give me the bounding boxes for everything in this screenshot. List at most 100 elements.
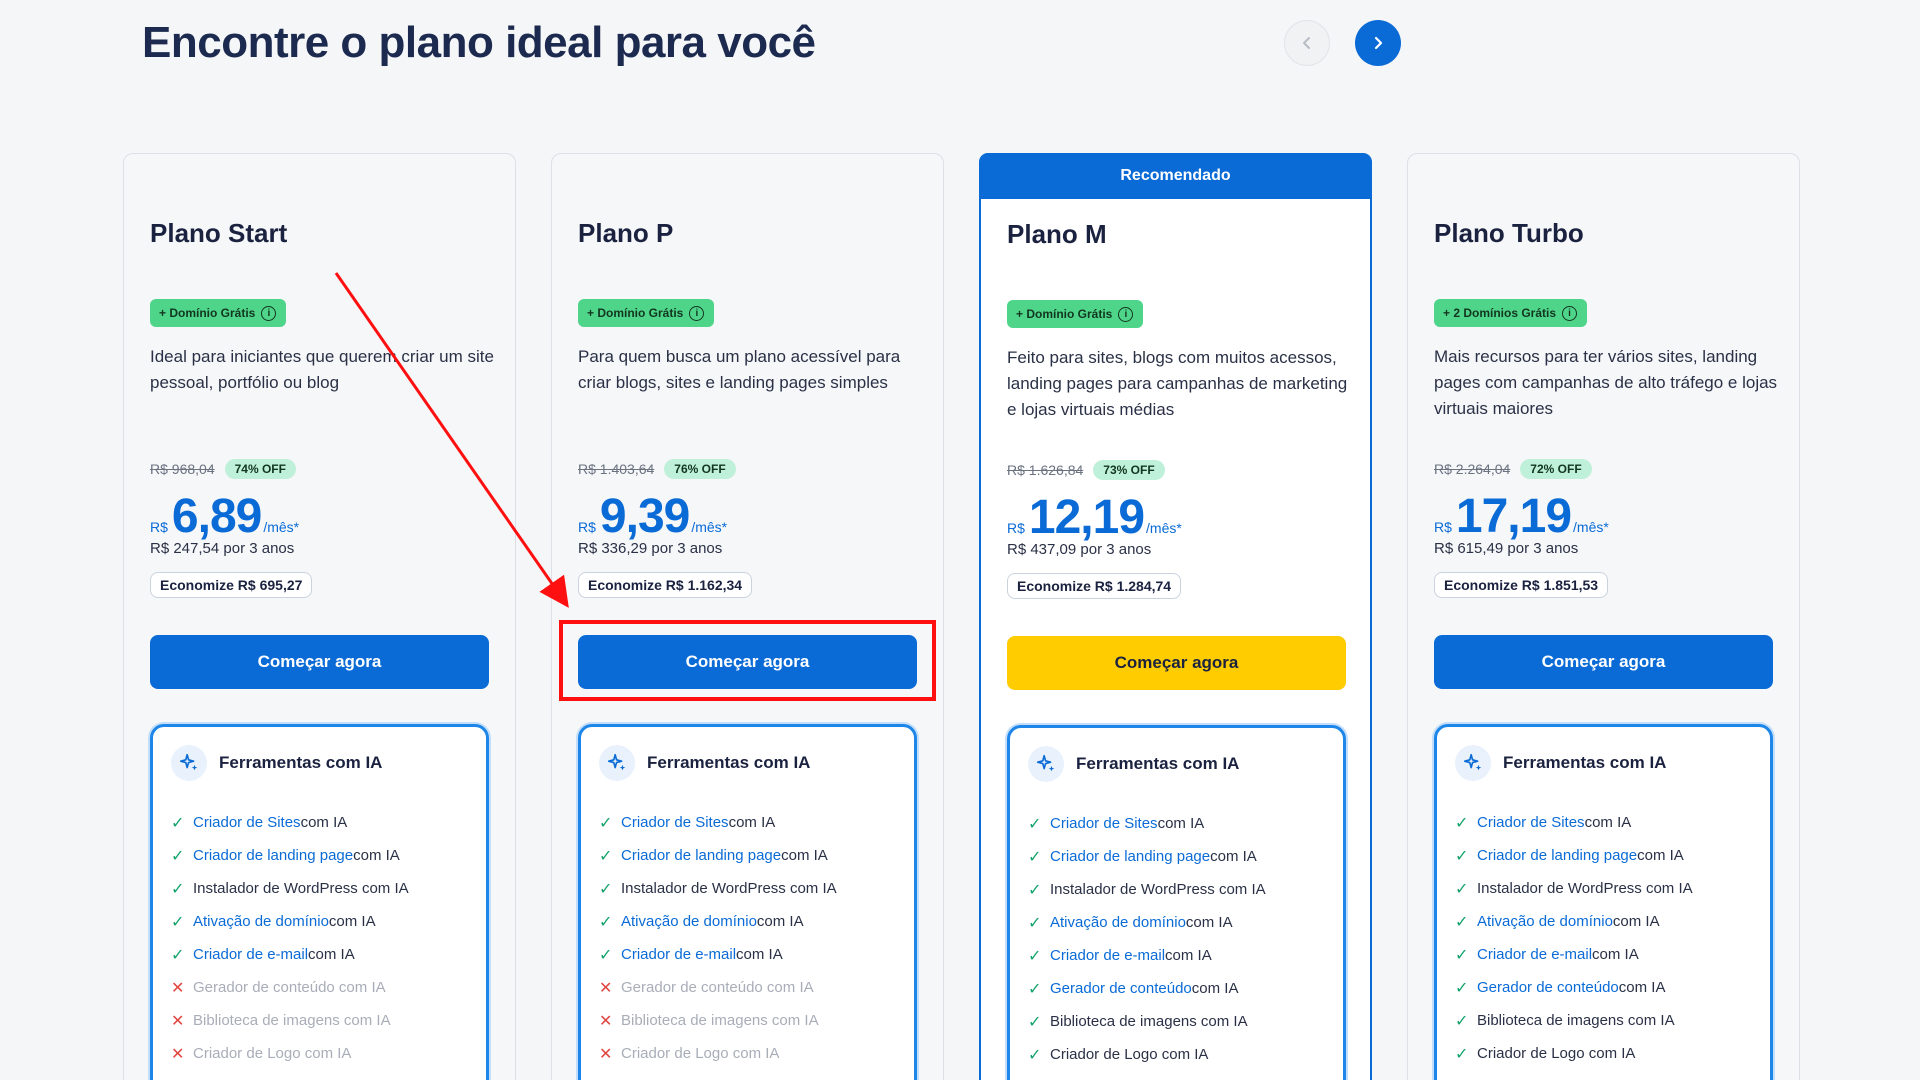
discount-row: R$ 968,04 74% OFF xyxy=(150,459,296,479)
feature-text: Criador de Logo com IA xyxy=(1050,1046,1209,1063)
check-icon: ✓ xyxy=(171,880,185,898)
feature-link[interactable]: Criador de e-mail xyxy=(193,946,308,963)
ai-tools-box: Ferramentas com IA ✓ Criador de Sites co… xyxy=(1434,724,1773,1080)
feature-item: ✓ Instalador de WordPress com IA xyxy=(171,872,429,905)
currency-symbol: R$ xyxy=(1434,519,1452,535)
feature-item: ✕ Editor de design com IA (HostGator xyxy=(171,1070,429,1080)
feature-text: Instalador de WordPress com IA xyxy=(1477,880,1693,897)
old-price: R$ 968,04 xyxy=(150,461,215,477)
feature-text: com IA xyxy=(1185,914,1233,931)
cross-icon: ✕ xyxy=(171,1077,193,1080)
price-period: /mês* xyxy=(263,519,300,535)
feature-text: Biblioteca de imagens com IA xyxy=(1050,1013,1248,1030)
carousel-prev-button[interactable] xyxy=(1284,20,1330,66)
old-price: R$ 2.264,04 xyxy=(1434,461,1511,477)
ai-tools-title: Ferramentas com IA xyxy=(647,753,811,772)
check-icon: ✓ xyxy=(1455,880,1469,898)
info-icon[interactable]: i xyxy=(689,305,705,321)
feature-item: ✓ Criador de Sites com IA xyxy=(599,806,857,839)
cross-icon: ✕ xyxy=(171,1012,185,1030)
feature-text: Criador de Logo com IA xyxy=(193,1045,352,1062)
feature-text: com IA xyxy=(1618,979,1666,996)
plan-name: Plano Start xyxy=(150,218,288,248)
check-icon: ✓ xyxy=(171,913,185,931)
info-icon[interactable]: i xyxy=(1562,305,1578,321)
carousel-next-button[interactable] xyxy=(1355,20,1401,66)
feature-item: ✓ Ativação de domínio com IA xyxy=(171,905,429,938)
feature-item: ✓ Criador de landing page com IA xyxy=(1028,840,1283,873)
info-icon[interactable]: i xyxy=(1118,306,1134,322)
feature-item: ✓ Editor de design com IA (HostGator xyxy=(1028,1071,1283,1080)
plan-name: Plano Turbo xyxy=(1434,218,1584,248)
feature-text: com IA xyxy=(1210,848,1257,865)
feature-item: ✕ Criador de Logo com IA xyxy=(599,1037,857,1070)
feature-item: ✓ Editor de design com IA (HostGator xyxy=(1455,1070,1710,1080)
ai-tools-title: Ferramentas com IA xyxy=(219,753,383,772)
feature-item: ✓ Criador de Sites com IA xyxy=(1455,806,1710,839)
feature-item: ✕ Editor de design com IA (HostGator xyxy=(599,1070,857,1080)
check-icon: ✓ xyxy=(1028,815,1042,833)
chevron-right-icon xyxy=(1374,36,1383,50)
ai-tools-header: Ferramentas com IA xyxy=(599,745,810,781)
check-icon: ✓ xyxy=(599,946,613,964)
start-now-button[interactable]: Começar agora xyxy=(1007,636,1346,690)
feature-link[interactable]: Criador de Sites xyxy=(1477,814,1585,831)
domain-badge: + Domínio Grátis i xyxy=(150,299,287,327)
feature-item: ✓ Gerador de conteúdo com IA xyxy=(1028,972,1283,1005)
monthly-price: R$ 9,39 /mês* xyxy=(578,489,727,544)
info-icon[interactable]: i xyxy=(261,305,277,321)
feature-link[interactable]: Criador de Sites xyxy=(193,814,301,831)
feature-link[interactable]: Ativação de domínio xyxy=(1050,914,1186,931)
ai-tools-box: Ferramentas com IA ✓ Criador de Sites co… xyxy=(578,724,917,1080)
feature-text: com IA xyxy=(1157,815,1205,832)
discount-badge: 76% OFF xyxy=(664,459,736,479)
feature-text: com IA xyxy=(353,847,400,864)
feature-item: ✓ Ativação de domínio com IA xyxy=(599,905,857,938)
feature-item: ✓ Biblioteca de imagens com IA xyxy=(1455,1004,1710,1037)
check-icon: ✓ xyxy=(1455,847,1469,865)
feature-item: ✕ Biblioteca de imagens com IA xyxy=(171,1004,429,1037)
sparkle-icon xyxy=(599,745,635,781)
plan-card: Plano Start + Domínio Grátis i Ideal par… xyxy=(123,153,516,1080)
feature-link[interactable]: Gerador de conteúdo xyxy=(1477,979,1619,996)
feature-item: ✓ Criador de landing page com IA xyxy=(171,839,429,872)
price-amount: 12,19 xyxy=(1028,491,1145,544)
feature-link[interactable]: Criador de e-mail xyxy=(621,946,736,963)
ai-tools-box: Ferramentas com IA ✓ Criador de Sites co… xyxy=(1007,725,1346,1080)
cross-icon: ✕ xyxy=(171,1045,185,1063)
feature-link[interactable]: Criador de landing page xyxy=(193,847,353,864)
check-icon: ✓ xyxy=(599,847,613,865)
start-now-button[interactable]: Começar agora xyxy=(1434,635,1773,689)
feature-text: com IA xyxy=(736,946,783,963)
ai-tools-header: Ferramentas com IA xyxy=(1455,745,1666,781)
feature-link[interactable]: Criador de Sites xyxy=(621,814,729,831)
feature-link[interactable]: Criador de landing page xyxy=(1477,847,1637,864)
feature-item: ✓ Instalador de WordPress com IA xyxy=(1455,872,1710,905)
check-icon: ✓ xyxy=(1455,1045,1469,1063)
savings-badge: Economize R$ 1.162,34 xyxy=(578,572,753,598)
feature-link[interactable]: Gerador de conteúdo xyxy=(1050,980,1192,997)
recommended-banner: Recomendado xyxy=(979,153,1372,199)
feature-link[interactable]: Criador de landing page xyxy=(1050,848,1210,865)
total-price: R$ 247,54 por 3 anos xyxy=(150,540,295,557)
start-now-button[interactable]: Começar agora xyxy=(150,635,489,689)
ai-tools-title: Ferramentas com IA xyxy=(1503,753,1667,772)
feature-text: com IA xyxy=(1612,913,1660,930)
monthly-price: R$ 12,19 /mês* xyxy=(1007,490,1182,545)
feature-link[interactable]: Ativação de domínio xyxy=(193,913,329,930)
check-icon: ✓ xyxy=(1028,881,1042,899)
feature-text: Gerador de conteúdo com IA xyxy=(621,979,814,996)
check-icon: ✓ xyxy=(599,913,613,931)
total-price: R$ 615,49 por 3 anos xyxy=(1434,540,1579,557)
feature-link[interactable]: Criador de landing page xyxy=(621,847,781,864)
sparkle-icon xyxy=(1455,745,1491,781)
feature-link[interactable]: Criador de e-mail xyxy=(1050,947,1165,964)
total-price: R$ 336,29 por 3 anos xyxy=(578,540,723,557)
feature-link[interactable]: Ativação de domínio xyxy=(621,913,757,930)
feature-link[interactable]: Criador de e-mail xyxy=(1477,946,1592,963)
feature-link[interactable]: Ativação de domínio xyxy=(1477,913,1613,930)
feature-link[interactable]: Criador de Sites xyxy=(1050,815,1158,832)
ai-tools-box: Ferramentas com IA ✓ Criador de Sites co… xyxy=(150,724,489,1080)
check-icon: ✓ xyxy=(1028,1046,1042,1064)
total-price: R$ 437,09 por 3 anos xyxy=(1007,541,1152,558)
